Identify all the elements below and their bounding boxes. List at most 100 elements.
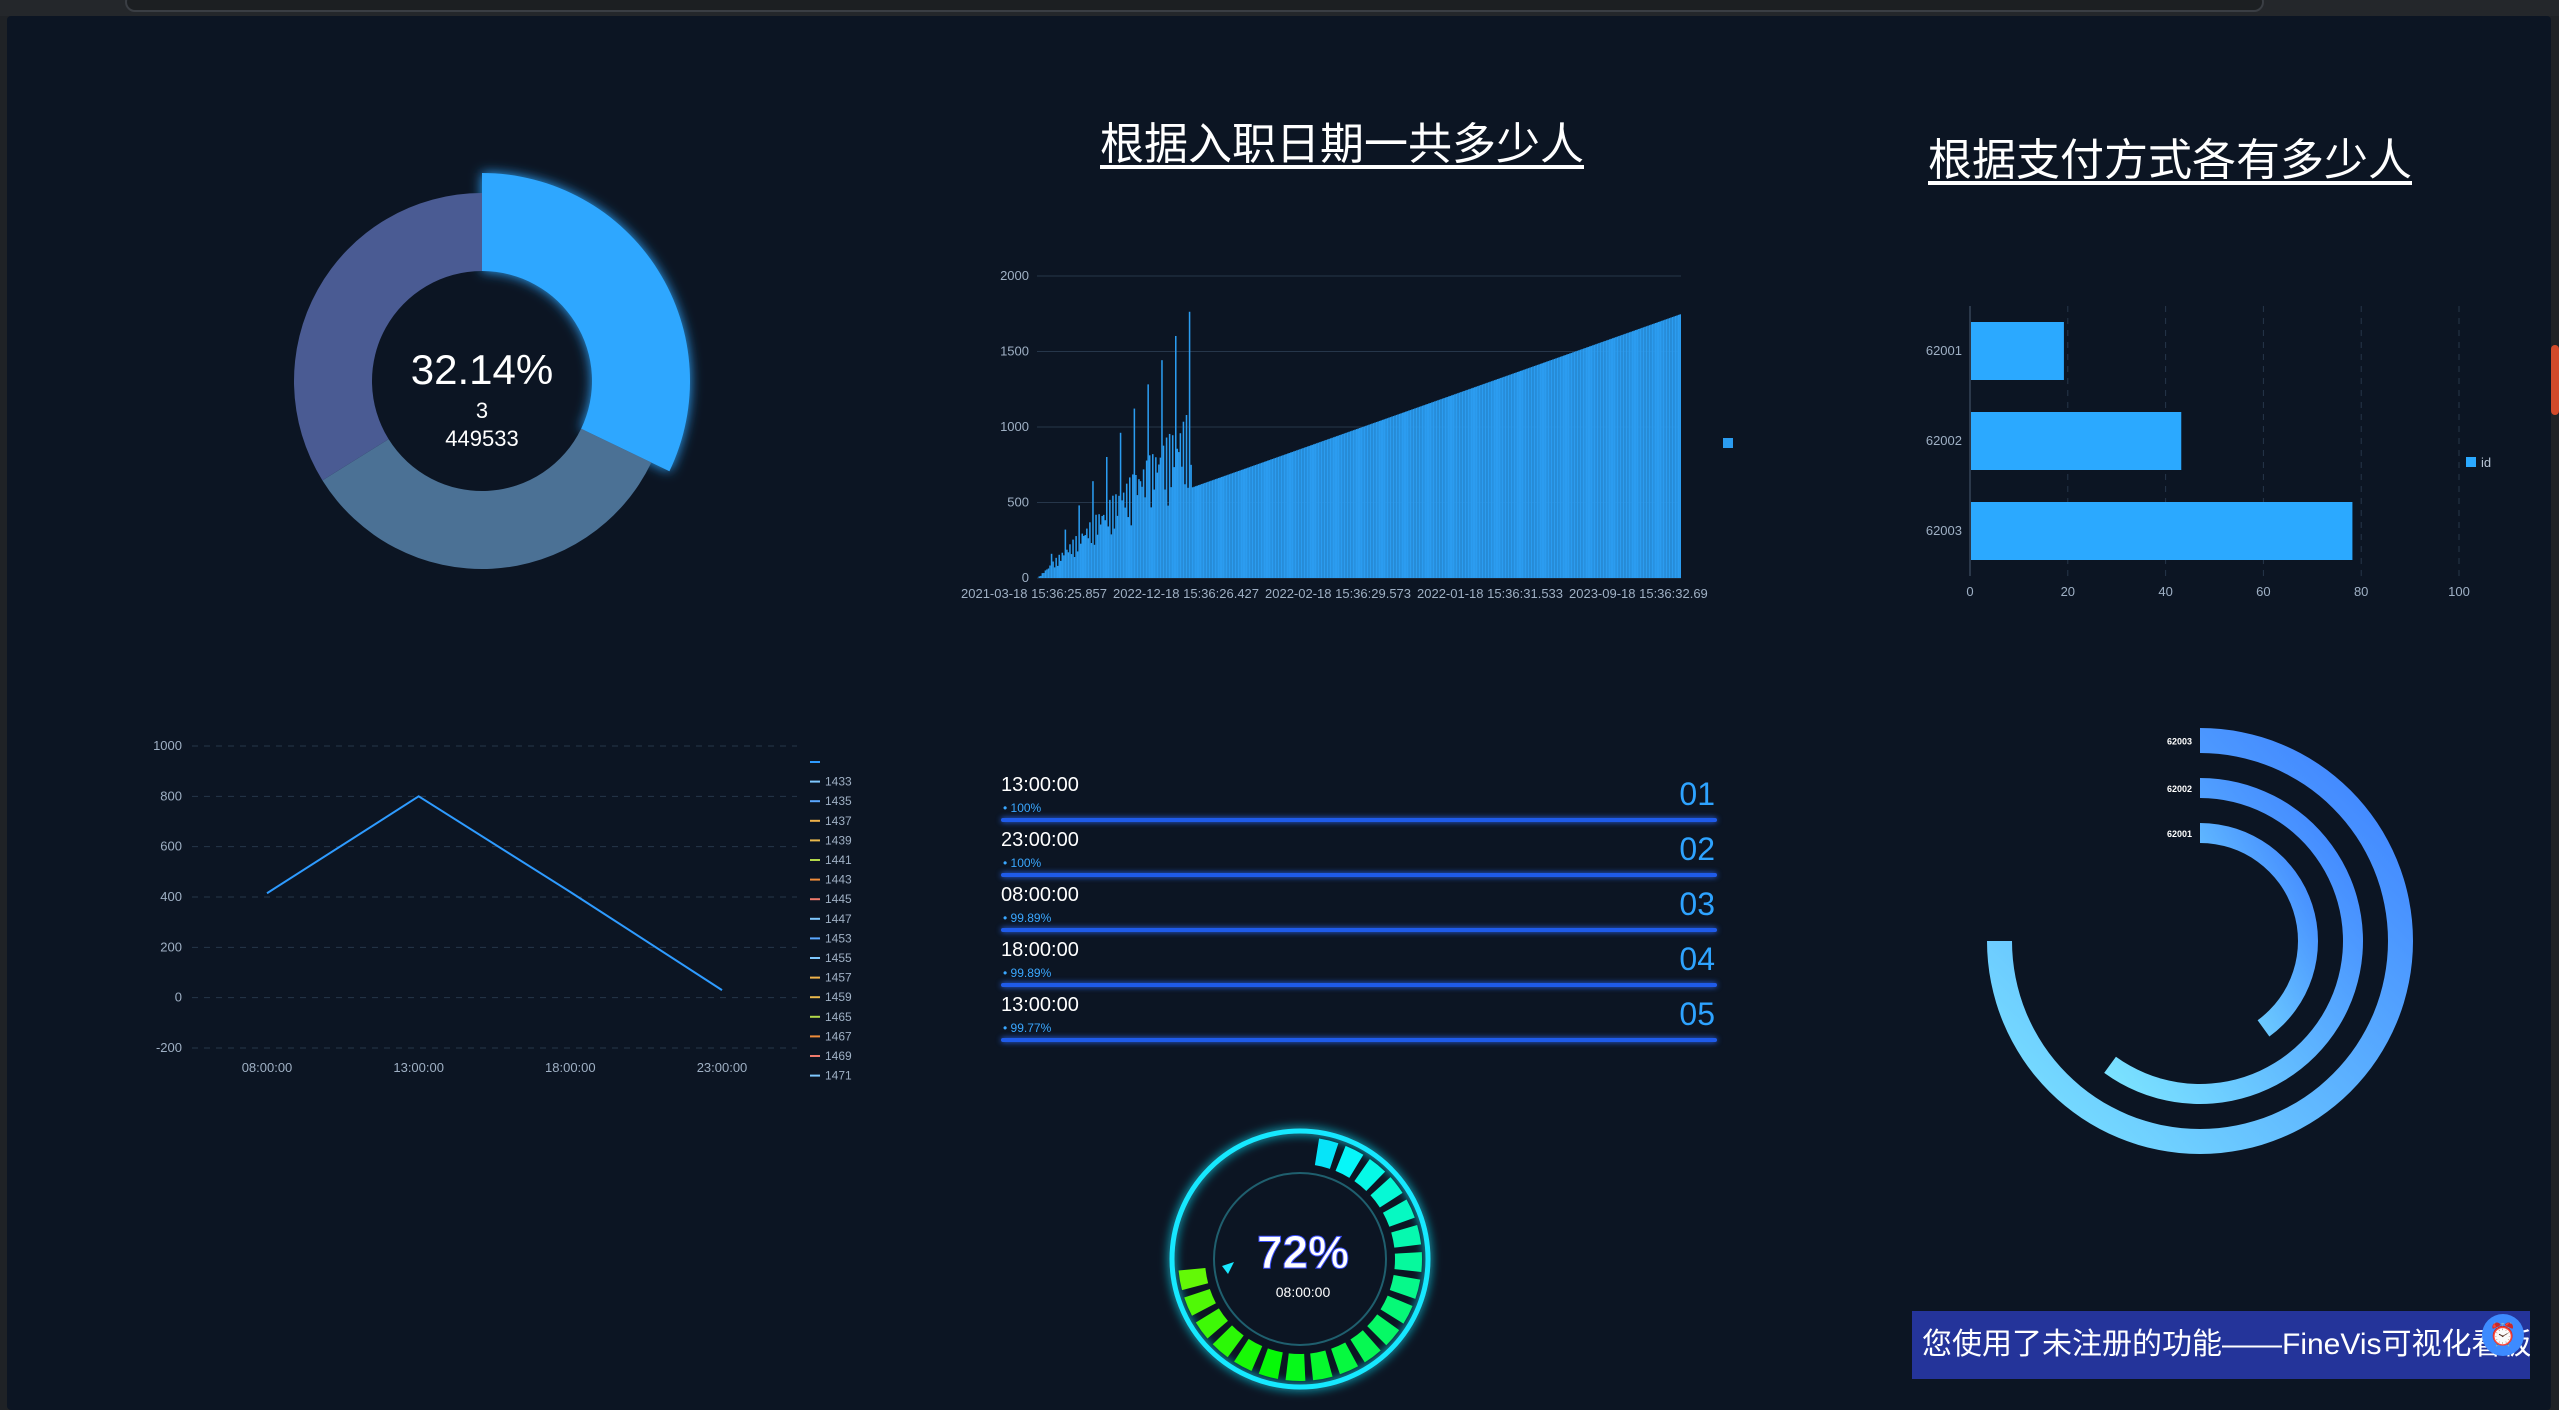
hire-bar[interactable] [1598,343,1600,578]
hire-bar[interactable] [1145,460,1148,578]
hire-bar[interactable] [1625,333,1628,578]
hire-bar[interactable] [1369,424,1372,578]
hire-bar[interactable] [1250,466,1252,578]
hire-bar[interactable] [1661,320,1663,578]
hire-bar[interactable] [1173,467,1175,578]
hire-bar[interactable] [1667,318,1669,578]
hire-bar[interactable] [1326,439,1329,578]
hire-bar[interactable] [1573,351,1576,578]
hire-bar[interactable] [1612,338,1614,578]
hire-bar[interactable] [1138,479,1140,578]
hire-bar[interactable] [1415,407,1418,578]
hire-bar[interactable] [1375,422,1378,578]
hire-bar[interactable] [1078,505,1080,578]
hire-bar[interactable] [1673,316,1675,578]
hire-bar[interactable] [1208,481,1211,578]
hire-bar[interactable] [1446,396,1448,578]
hire-bar[interactable] [1297,449,1300,578]
hire-bar[interactable] [1270,459,1272,578]
hire-bar[interactable] [1366,425,1369,578]
hire-bar[interactable] [1616,336,1619,578]
pay-bar[interactable] [1971,502,2353,560]
hire-bar[interactable] [1601,342,1603,578]
hire-bar[interactable] [1544,362,1547,578]
hire-bar[interactable] [1296,450,1298,578]
hire-bar[interactable] [1248,467,1251,578]
hire-bar[interactable] [1604,340,1606,578]
hire-bar[interactable] [1561,356,1563,578]
hire-bar[interactable] [1628,332,1631,578]
hire-bar[interactable] [1286,453,1289,578]
hire-bar[interactable] [1585,347,1588,578]
hire-bar[interactable] [1280,455,1283,578]
ranking-row[interactable]: 08:00:00 • 99.89% 03 [1001,884,1717,939]
hire-bar[interactable] [1368,424,1370,578]
hire-bar[interactable] [1670,317,1672,578]
hire-bar[interactable] [1282,455,1284,578]
hire-bar[interactable] [1231,473,1234,578]
hire-bar[interactable] [1676,315,1678,578]
hire-bar[interactable] [1076,551,1079,578]
hire-bar[interactable] [1581,349,1583,578]
pay-bar[interactable] [1971,412,2182,470]
hire-bar[interactable] [1535,365,1537,578]
hire-bar[interactable] [1645,326,1648,578]
hire-bar[interactable] [1168,433,1171,578]
hire-bar[interactable] [1113,528,1116,578]
hire-bar[interactable] [1428,403,1430,578]
hire-bar[interactable] [1474,387,1476,578]
hire-bar[interactable] [1170,487,1172,578]
hire-bar[interactable] [1595,344,1597,578]
hire-bar[interactable] [1664,319,1666,578]
hire-bar[interactable] [1081,533,1083,578]
hire-bar[interactable] [1538,364,1540,578]
hire-bar[interactable] [1454,394,1456,578]
hire-bar[interactable] [1378,420,1381,578]
hire-bar[interactable] [1290,452,1292,578]
hire-bar[interactable] [1104,520,1106,578]
hire-bar[interactable] [1429,402,1432,578]
hire-bar[interactable] [1129,477,1131,578]
hire-bar[interactable] [1512,373,1514,578]
hire-bar[interactable] [1317,442,1320,578]
hire-bar[interactable] [1060,560,1062,578]
hire-bar[interactable] [1230,473,1232,578]
hire-bar[interactable] [1267,460,1269,578]
hire-bar[interactable] [1503,376,1505,578]
hire-bar[interactable] [1391,416,1393,578]
hire-bar[interactable] [1331,437,1333,578]
hire-bar[interactable] [1236,471,1238,578]
hire-bar[interactable] [1268,460,1271,578]
hire-bar[interactable] [1674,315,1677,578]
hire-bar[interactable] [1073,557,1076,578]
hire-bar[interactable] [1351,430,1353,578]
hire-bar[interactable] [1371,423,1373,578]
hire-bar[interactable] [1119,432,1122,578]
hire-bar[interactable] [1627,332,1629,578]
hire-bar[interactable] [1198,485,1200,578]
hire-bar[interactable] [1470,388,1473,578]
hire-bar[interactable] [1251,466,1254,578]
hire-bar[interactable] [1309,445,1312,578]
hire-bar[interactable] [1205,482,1208,578]
hire-bar[interactable] [1619,335,1622,578]
hire-bar[interactable] [1567,354,1570,578]
hire-bar[interactable] [1607,339,1609,578]
hire-bar[interactable] [1533,365,1536,578]
hire-bar[interactable] [1161,360,1163,578]
hire-bar[interactable] [1132,474,1134,578]
hire-bar[interactable] [1608,339,1611,578]
hire-bar[interactable] [1558,357,1560,578]
hire-bar[interactable] [1500,377,1502,578]
hire-bar[interactable] [1303,447,1306,578]
hire-bar[interactable] [1127,517,1129,578]
hire-bar[interactable] [1325,439,1327,578]
hire-bar[interactable] [1224,475,1226,578]
hire-bar[interactable] [1047,568,1050,578]
hire-bar[interactable] [1435,400,1438,578]
hire-bar[interactable] [1288,453,1290,578]
hire-bar[interactable] [1064,529,1067,578]
hire-bar[interactable] [1095,514,1097,578]
hire-bar[interactable] [1388,417,1390,578]
hire-bar[interactable] [1392,416,1395,578]
